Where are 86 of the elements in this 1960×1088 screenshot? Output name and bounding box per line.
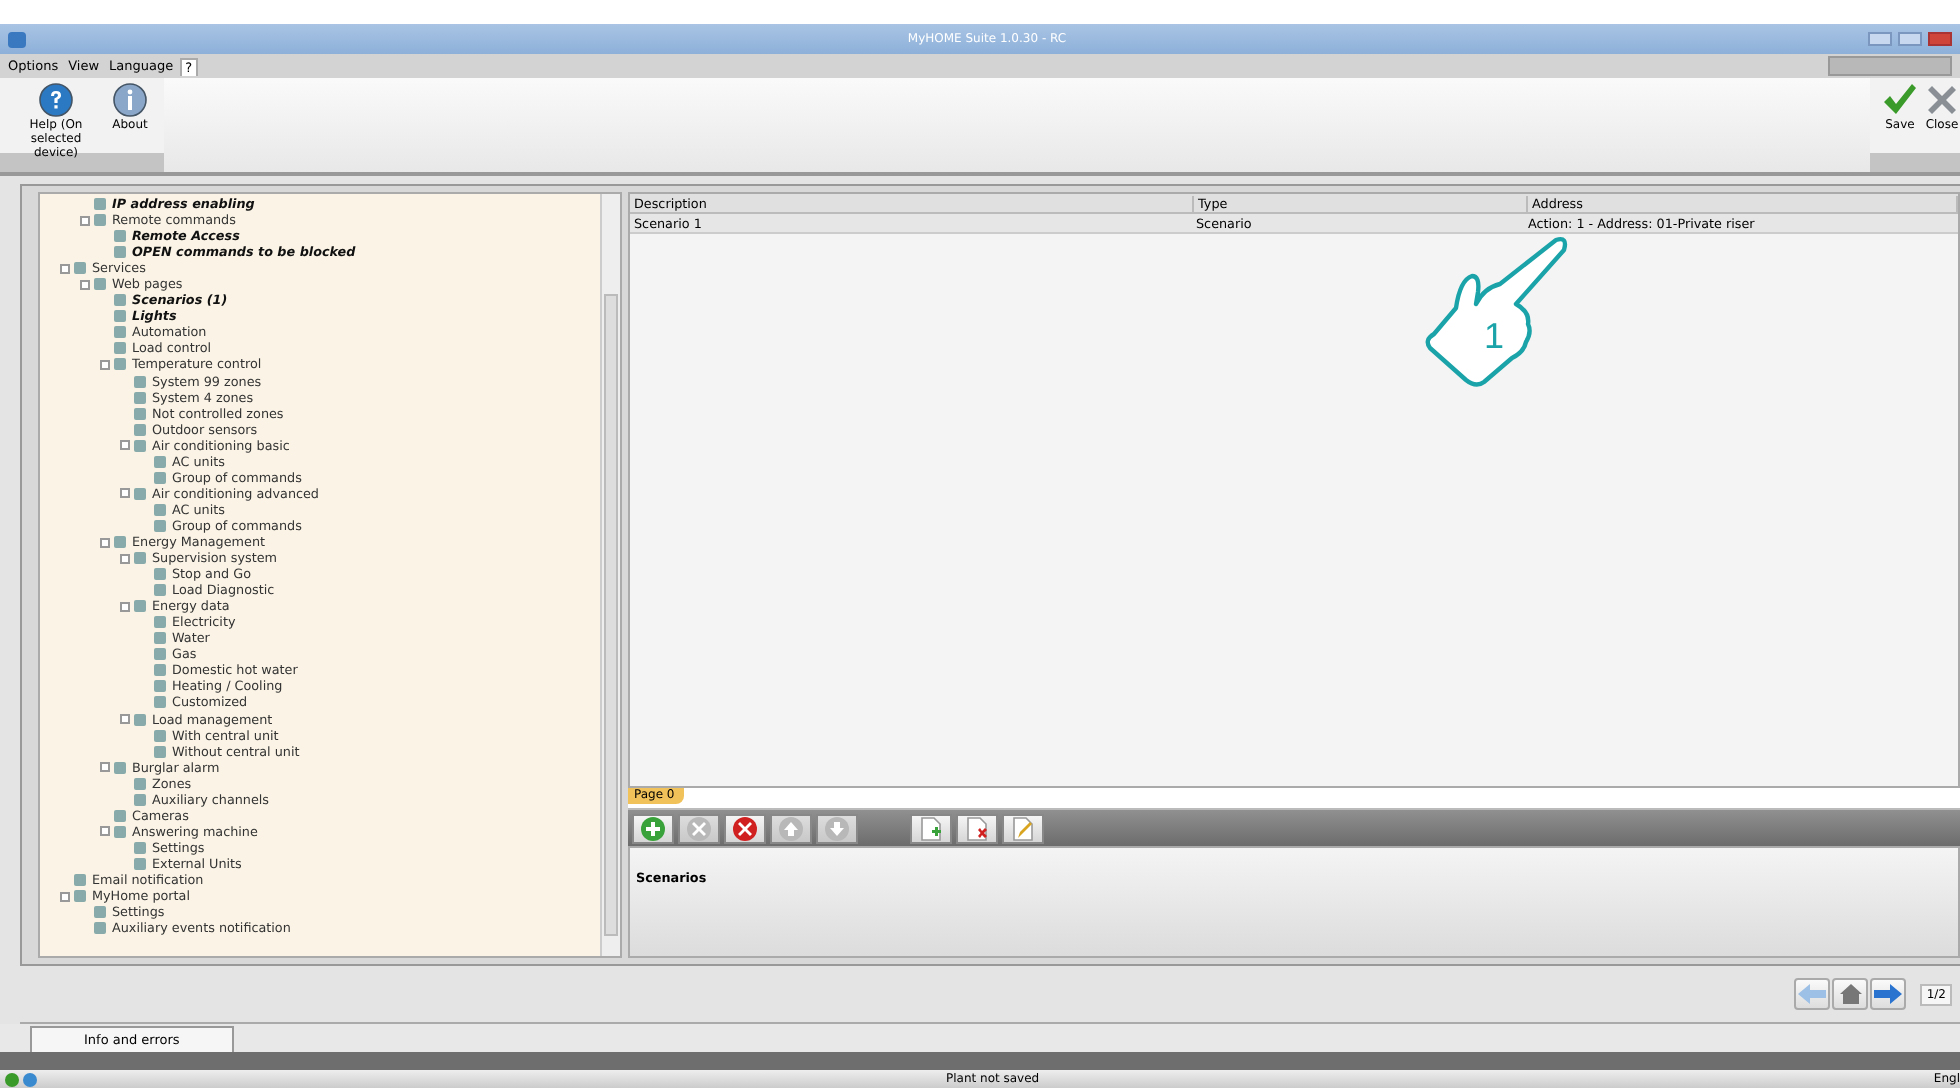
collapse-toggle[interactable] — [100, 826, 110, 837]
tree-node-icon — [114, 358, 126, 371]
minimize-button[interactable] — [1868, 32, 1892, 46]
tree-node-icon — [154, 696, 166, 709]
tree-node-icon — [74, 262, 86, 275]
tree-node-icon — [114, 310, 126, 323]
tree-node-icon — [114, 825, 126, 838]
tree-node-icon — [134, 487, 146, 500]
page-add-icon — [918, 815, 944, 841]
page-delete-icon — [964, 815, 990, 841]
tree-node-icon — [134, 423, 146, 436]
tree-node-icon — [154, 471, 166, 484]
right-arrow-icon — [1874, 984, 1903, 1004]
tree-node-icon — [154, 503, 166, 516]
collapse-toggle[interactable] — [60, 891, 70, 902]
tree-node-icon — [114, 809, 126, 822]
page-add-button[interactable] — [910, 813, 952, 843]
add-icon — [640, 815, 666, 841]
callout-number: 1 — [1484, 316, 1505, 356]
tree-node-icon — [134, 552, 146, 565]
tree-node-icon — [114, 342, 126, 355]
tree-node-icon — [134, 841, 146, 854]
tree-node-icon — [74, 890, 86, 903]
tree-node-icon — [74, 873, 86, 886]
tree-node-icon — [94, 906, 106, 919]
collapse-toggle[interactable] — [100, 359, 110, 370]
tree-node-icon — [154, 616, 166, 629]
tree-node-icon — [114, 294, 126, 307]
tree-node-icon — [154, 584, 166, 597]
cancel-icon — [686, 815, 712, 841]
tree-node-icon — [114, 246, 126, 259]
tree-node-icon — [134, 375, 146, 388]
delete-button[interactable] — [724, 813, 766, 843]
info-icon — [112, 82, 148, 118]
back-button[interactable] — [1794, 978, 1831, 1010]
tree-node-icon — [114, 230, 126, 243]
tree-node-icon — [114, 761, 126, 774]
tree-node-icon — [154, 664, 166, 677]
checkmark-icon — [1882, 82, 1918, 118]
forward-button[interactable] — [1870, 978, 1907, 1010]
add-button[interactable] — [632, 813, 674, 843]
tree-node-icon — [94, 198, 106, 211]
tree-node-icon — [134, 713, 146, 726]
tree-node-icon — [114, 326, 126, 339]
tree-node-icon — [94, 922, 106, 935]
tree-node-icon — [154, 632, 166, 645]
help-icon — [38, 82, 74, 118]
tree-node-icon — [94, 278, 106, 291]
collapse-toggle[interactable] — [120, 440, 130, 451]
tree-node-icon — [134, 439, 146, 452]
home-icon — [1839, 984, 1862, 1004]
close-button[interactable] — [1928, 32, 1952, 46]
scrollbar[interactable] — [600, 194, 620, 956]
tree-node-icon — [134, 777, 146, 790]
edit-button[interactable] — [1002, 813, 1044, 843]
tree-node-icon — [134, 793, 146, 806]
collapse-toggle[interactable] — [80, 215, 90, 226]
tree-node-icon — [154, 648, 166, 661]
tree-node-icon — [134, 391, 146, 404]
tree-node-icon — [154, 519, 166, 532]
left-arrow-icon — [1798, 984, 1827, 1004]
collapse-toggle[interactable] — [100, 762, 110, 773]
delete-icon — [732, 815, 758, 841]
tree-node-icon — [134, 407, 146, 420]
collapse-toggle[interactable] — [120, 601, 130, 612]
tree-node-icon — [134, 857, 146, 870]
up-arrow-icon — [778, 815, 804, 841]
maximize-button[interactable] — [1898, 32, 1922, 46]
tree-node-icon — [154, 680, 166, 693]
home-button[interactable] — [1832, 978, 1869, 1010]
tree-node-icon — [134, 600, 146, 613]
tree-node-icon — [114, 536, 126, 548]
collapse-toggle[interactable] — [120, 488, 130, 499]
tree-node-icon — [154, 568, 166, 581]
close-icon — [1924, 82, 1960, 118]
tree-node-icon — [94, 214, 106, 227]
down-arrow-icon — [824, 815, 850, 841]
tree-node-icon — [154, 455, 166, 468]
tree-node-icon — [154, 745, 166, 758]
status-icon — [4, 1071, 40, 1087]
app-icon — [8, 31, 26, 47]
collapse-toggle[interactable] — [120, 714, 130, 725]
pencil-icon — [1010, 815, 1036, 841]
page-delete-button[interactable] — [956, 813, 998, 843]
tree-node-icon — [154, 729, 166, 742]
pointing-hand-icon — [1425, 236, 1568, 387]
